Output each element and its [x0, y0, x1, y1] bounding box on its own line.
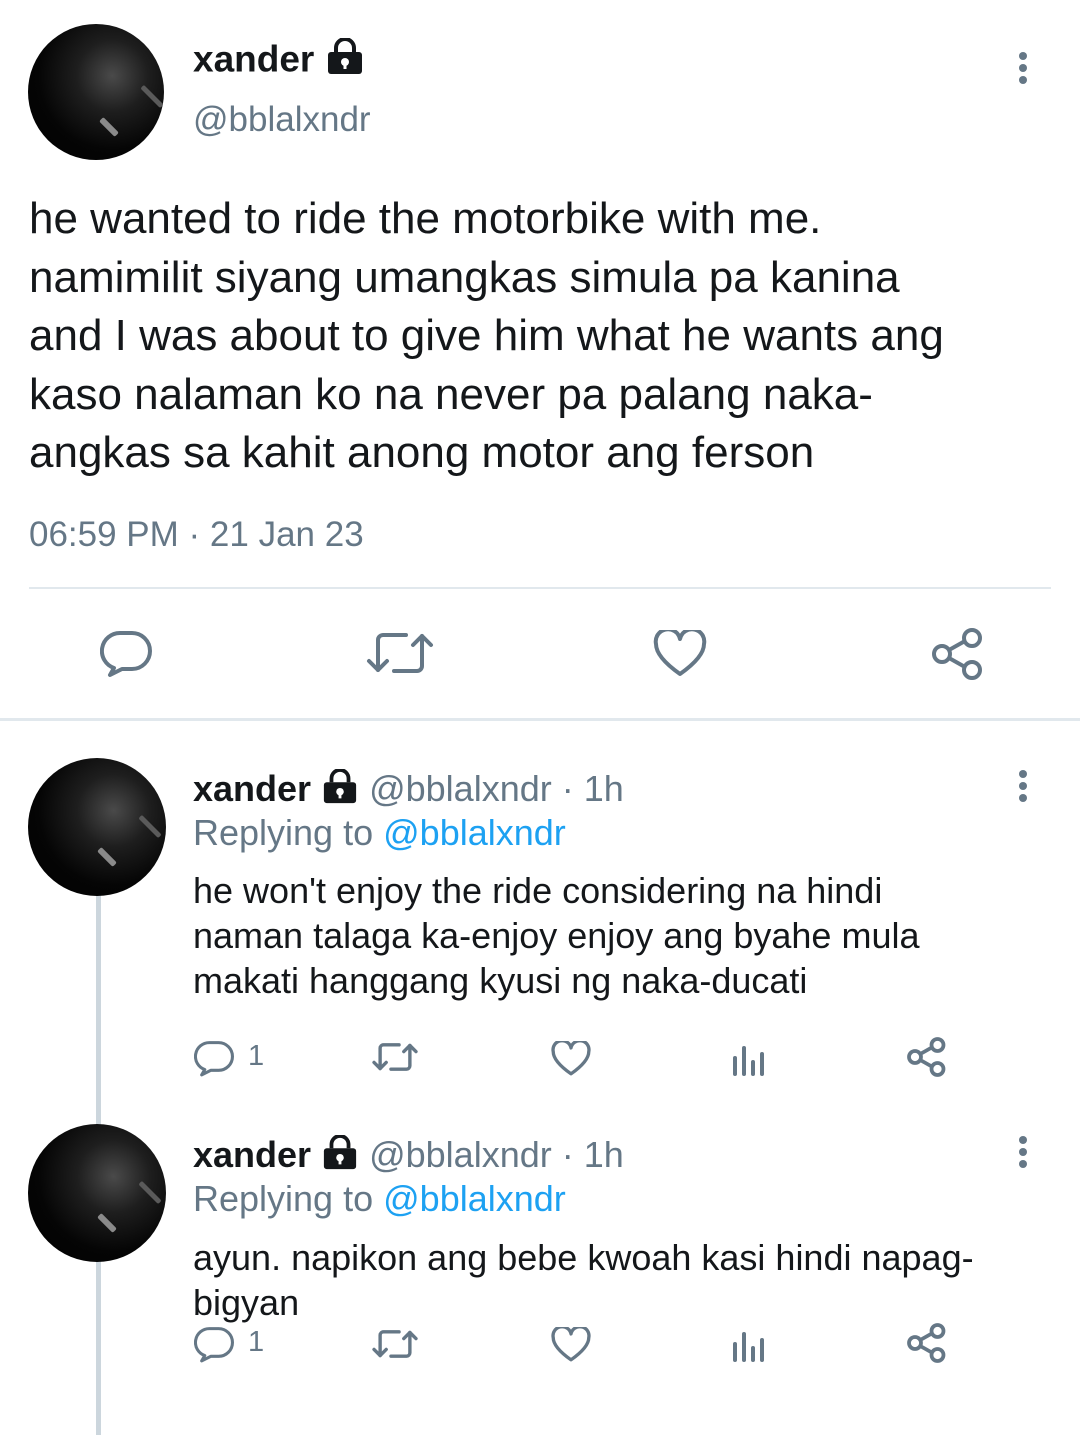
replying-handle-link[interactable]: @bblalxndr	[383, 812, 566, 853]
handle-time[interactable]: @bblalxndr · 1h	[369, 768, 624, 809]
display-name[interactable]: xander	[193, 768, 311, 809]
reply-text: ayun. napikon ang bebe kwoah kasi hindi …	[193, 1235, 974, 1325]
retweet-icon[interactable]	[372, 1041, 418, 1073]
lock-icon	[325, 37, 365, 85]
retweet-icon[interactable]	[366, 630, 434, 676]
handle-time[interactable]: @bblalxndr · 1h	[369, 1134, 624, 1175]
heart-icon[interactable]	[551, 1041, 591, 1077]
reply-icon[interactable]	[194, 1324, 234, 1364]
lock-icon	[321, 768, 359, 814]
reply-header: xander @bblalxndr · 1h	[193, 768, 624, 814]
more-options-icon[interactable]	[1018, 52, 1028, 84]
heart-icon[interactable]	[551, 1327, 591, 1363]
reply-text-line: he won't enjoy the ride considering na h…	[193, 870, 883, 911]
tweet-text-line: and I was about to give him what he want…	[29, 311, 944, 360]
reply-icon[interactable]	[100, 628, 152, 678]
replying-prefix: Replying to	[193, 812, 374, 853]
share-icon[interactable]	[906, 1322, 948, 1364]
display-name-text[interactable]: xander	[193, 38, 314, 79]
timestamp[interactable]: 06:59 PM · 21 Jan 23	[29, 515, 364, 555]
reply-icon[interactable]	[194, 1038, 234, 1078]
analytics-icon[interactable]	[731, 1328, 767, 1362]
replying-handle-link[interactable]: @bblalxndr	[383, 1178, 566, 1219]
tweet-text-line: kaso nalaman ko na never pa palang naka-	[29, 369, 873, 419]
heart-icon[interactable]	[653, 630, 707, 678]
replying-to: Replying to @bblalxndr	[193, 812, 566, 854]
reply-text-line: makati hanggang kyusi ng naka-ducati	[193, 960, 808, 1001]
reply-text: he won't enjoy the ride considering na h…	[193, 868, 920, 1003]
retweet-icon[interactable]	[372, 1328, 418, 1360]
reply-text-line: ayun. napikon ang bebe kwoah kasi hindi …	[193, 1237, 974, 1278]
avatar[interactable]	[28, 24, 164, 160]
share-icon[interactable]	[906, 1036, 948, 1078]
avatar[interactable]	[28, 1124, 166, 1262]
tweet-text-line: he wanted to ride the motorbike with me.	[29, 194, 822, 243]
tweet-text: he wanted to ride the motorbike with me.…	[29, 190, 944, 483]
avatar[interactable]	[28, 758, 166, 896]
more-options-icon[interactable]	[1018, 1136, 1028, 1168]
share-icon[interactable]	[930, 626, 986, 682]
replying-to: Replying to @bblalxndr	[193, 1178, 566, 1220]
divider	[29, 587, 1051, 589]
handle[interactable]: @bblalxndr	[193, 100, 371, 140]
analytics-icon[interactable]	[731, 1042, 767, 1076]
reply-header: xander @bblalxndr · 1h	[193, 1134, 624, 1180]
reply-text-line: bigyan	[193, 1282, 300, 1323]
display-name[interactable]: xander	[193, 37, 365, 85]
tweet-text-line: namimilit siyang umangkas simula pa kani…	[29, 252, 900, 302]
lock-icon	[321, 1134, 359, 1180]
reply-count: 1	[248, 1040, 265, 1072]
display-name[interactable]: xander	[193, 1134, 311, 1175]
reply-text-line: naman talaga ka-enjoy enjoy ang byahe mu…	[193, 915, 920, 956]
section-divider	[0, 718, 1080, 721]
replying-prefix: Replying to	[193, 1178, 374, 1219]
tweet-text-line: angkas sa kahit anong motor ang ferson	[29, 428, 815, 477]
reply-count: 1	[248, 1326, 265, 1358]
more-options-icon[interactable]	[1018, 770, 1028, 802]
